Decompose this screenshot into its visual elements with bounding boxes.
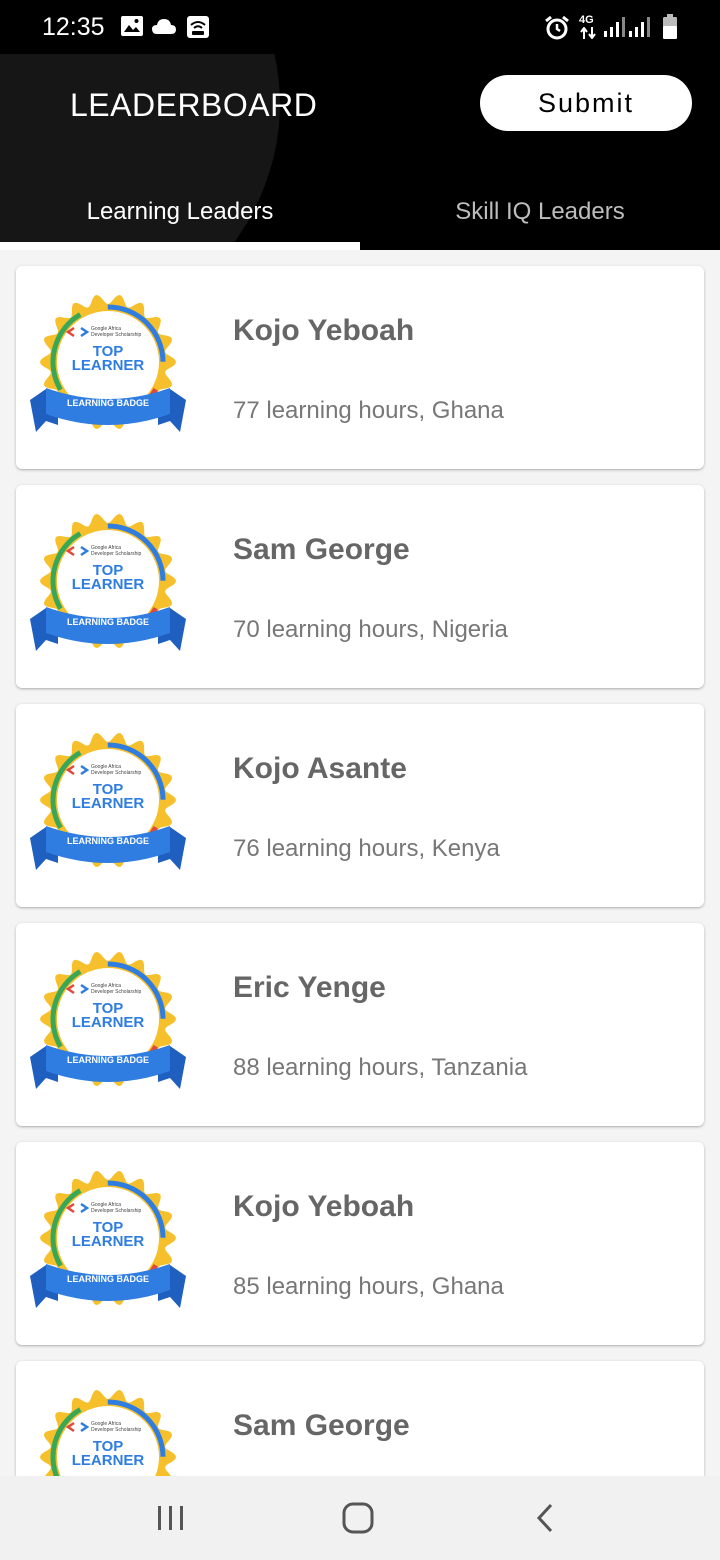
recents-icon[interactable] [155,1500,187,1536]
top-learner-badge: Google Africa Developer Scholarship TOP … [30,952,186,1089]
leader-name: Eric Yenge [233,971,386,1004]
svg-text:Developer Scholarship: Developer Scholarship [91,1208,142,1214]
leader-card[interactable]: Google Africa Developer Scholarship TOP … [16,923,704,1126]
svg-text:LEARNING BADGE: LEARNING BADGE [67,398,149,408]
home-icon[interactable] [340,1500,376,1536]
leader-detail: 88 learning hours, Tanzania [233,1054,528,1081]
submit-button[interactable]: Submit [480,75,692,131]
leader-name: Sam George [233,533,410,566]
svg-text:Developer Scholarship: Developer Scholarship [91,1427,142,1433]
svg-text:Developer Scholarship: Developer Scholarship [91,989,142,995]
back-icon[interactable] [532,1500,560,1536]
cloud-icon [152,19,176,34]
svg-text:LEARNING BADGE: LEARNING BADGE [67,1055,149,1065]
svg-text:LEARNING BADGE: LEARNING BADGE [67,1274,149,1284]
svg-text:LEARNER: LEARNER [72,1233,145,1250]
battery-icon [663,14,677,39]
leader-detail: 70 learning hours, Nigeria [233,616,508,643]
leader-name: Kojo Yeboah [233,1190,415,1223]
top-learner-badge: Google Africa Developer Scholarship TOP … [30,295,186,432]
system-nav-bar [0,1476,720,1560]
tab-indicator [0,242,360,250]
network-label: 4G [579,14,594,26]
svg-text:LEARNER: LEARNER [72,795,145,812]
network-4g-icon: 4G [578,14,598,40]
page-title: LEADERBOARD [70,87,318,123]
leader-name: Kojo Asante [233,752,407,785]
status-time: 12:35 [42,13,105,41]
leader-card[interactable]: Google Africa Developer Scholarship TOP … [16,1361,704,1476]
top-learner-badge: Google Africa Developer Scholarship TOP … [30,1171,186,1308]
alarm-icon [545,15,569,40]
top-learner-badge: Google Africa Developer Scholarship TOP … [40,1390,176,1476]
leader-card[interactable]: Google Africa Developer Scholarship TOP … [16,704,704,907]
leader-detail: 76 learning hours, Kenya [233,835,500,862]
leaders-list[interactable]: Google Africa Developer Scholarship TOP … [0,250,720,1476]
svg-text:LEARNER: LEARNER [72,576,145,593]
image-icon [121,16,143,36]
svg-text:Developer Scholarship: Developer Scholarship [91,770,142,776]
top-learner-badge: Google Africa Developer Scholarship TOP … [30,733,186,870]
svg-text:LEARNER: LEARNER [72,1452,145,1469]
tab-skill-iq-leaders[interactable]: Skill IQ Leaders [360,174,720,250]
wifi-call-icon [187,16,209,38]
leader-name: Sam George [233,1409,410,1442]
app-bar: LEADERBOARD Submit Learning Leaders Skil… [0,54,720,250]
signal-icon [629,17,650,37]
top-learner-badge: Google Africa Developer Scholarship TOP … [30,514,186,651]
status-bar: 12:35 4G [0,0,720,54]
svg-text:Developer Scholarship: Developer Scholarship [91,332,142,338]
leader-card[interactable]: Google Africa Developer Scholarship TOP … [16,1142,704,1345]
svg-text:LEARNING BADGE: LEARNING BADGE [67,836,149,846]
svg-text:LEARNER: LEARNER [72,357,145,374]
leader-detail: 85 learning hours, Ghana [233,1273,504,1300]
svg-text:LEARNING BADGE: LEARNING BADGE [67,617,149,627]
leader-name: Kojo Yeboah [233,314,415,347]
signal-icon [604,17,625,37]
leader-card[interactable]: Google Africa Developer Scholarship TOP … [16,485,704,688]
leader-card[interactable]: Google Africa Developer Scholarship TOP … [16,266,704,469]
tab-learning-leaders[interactable]: Learning Leaders [0,174,360,250]
svg-text:Developer Scholarship: Developer Scholarship [91,551,142,557]
leader-detail: 77 learning hours, Ghana [233,397,504,424]
svg-text:LEARNER: LEARNER [72,1014,145,1031]
